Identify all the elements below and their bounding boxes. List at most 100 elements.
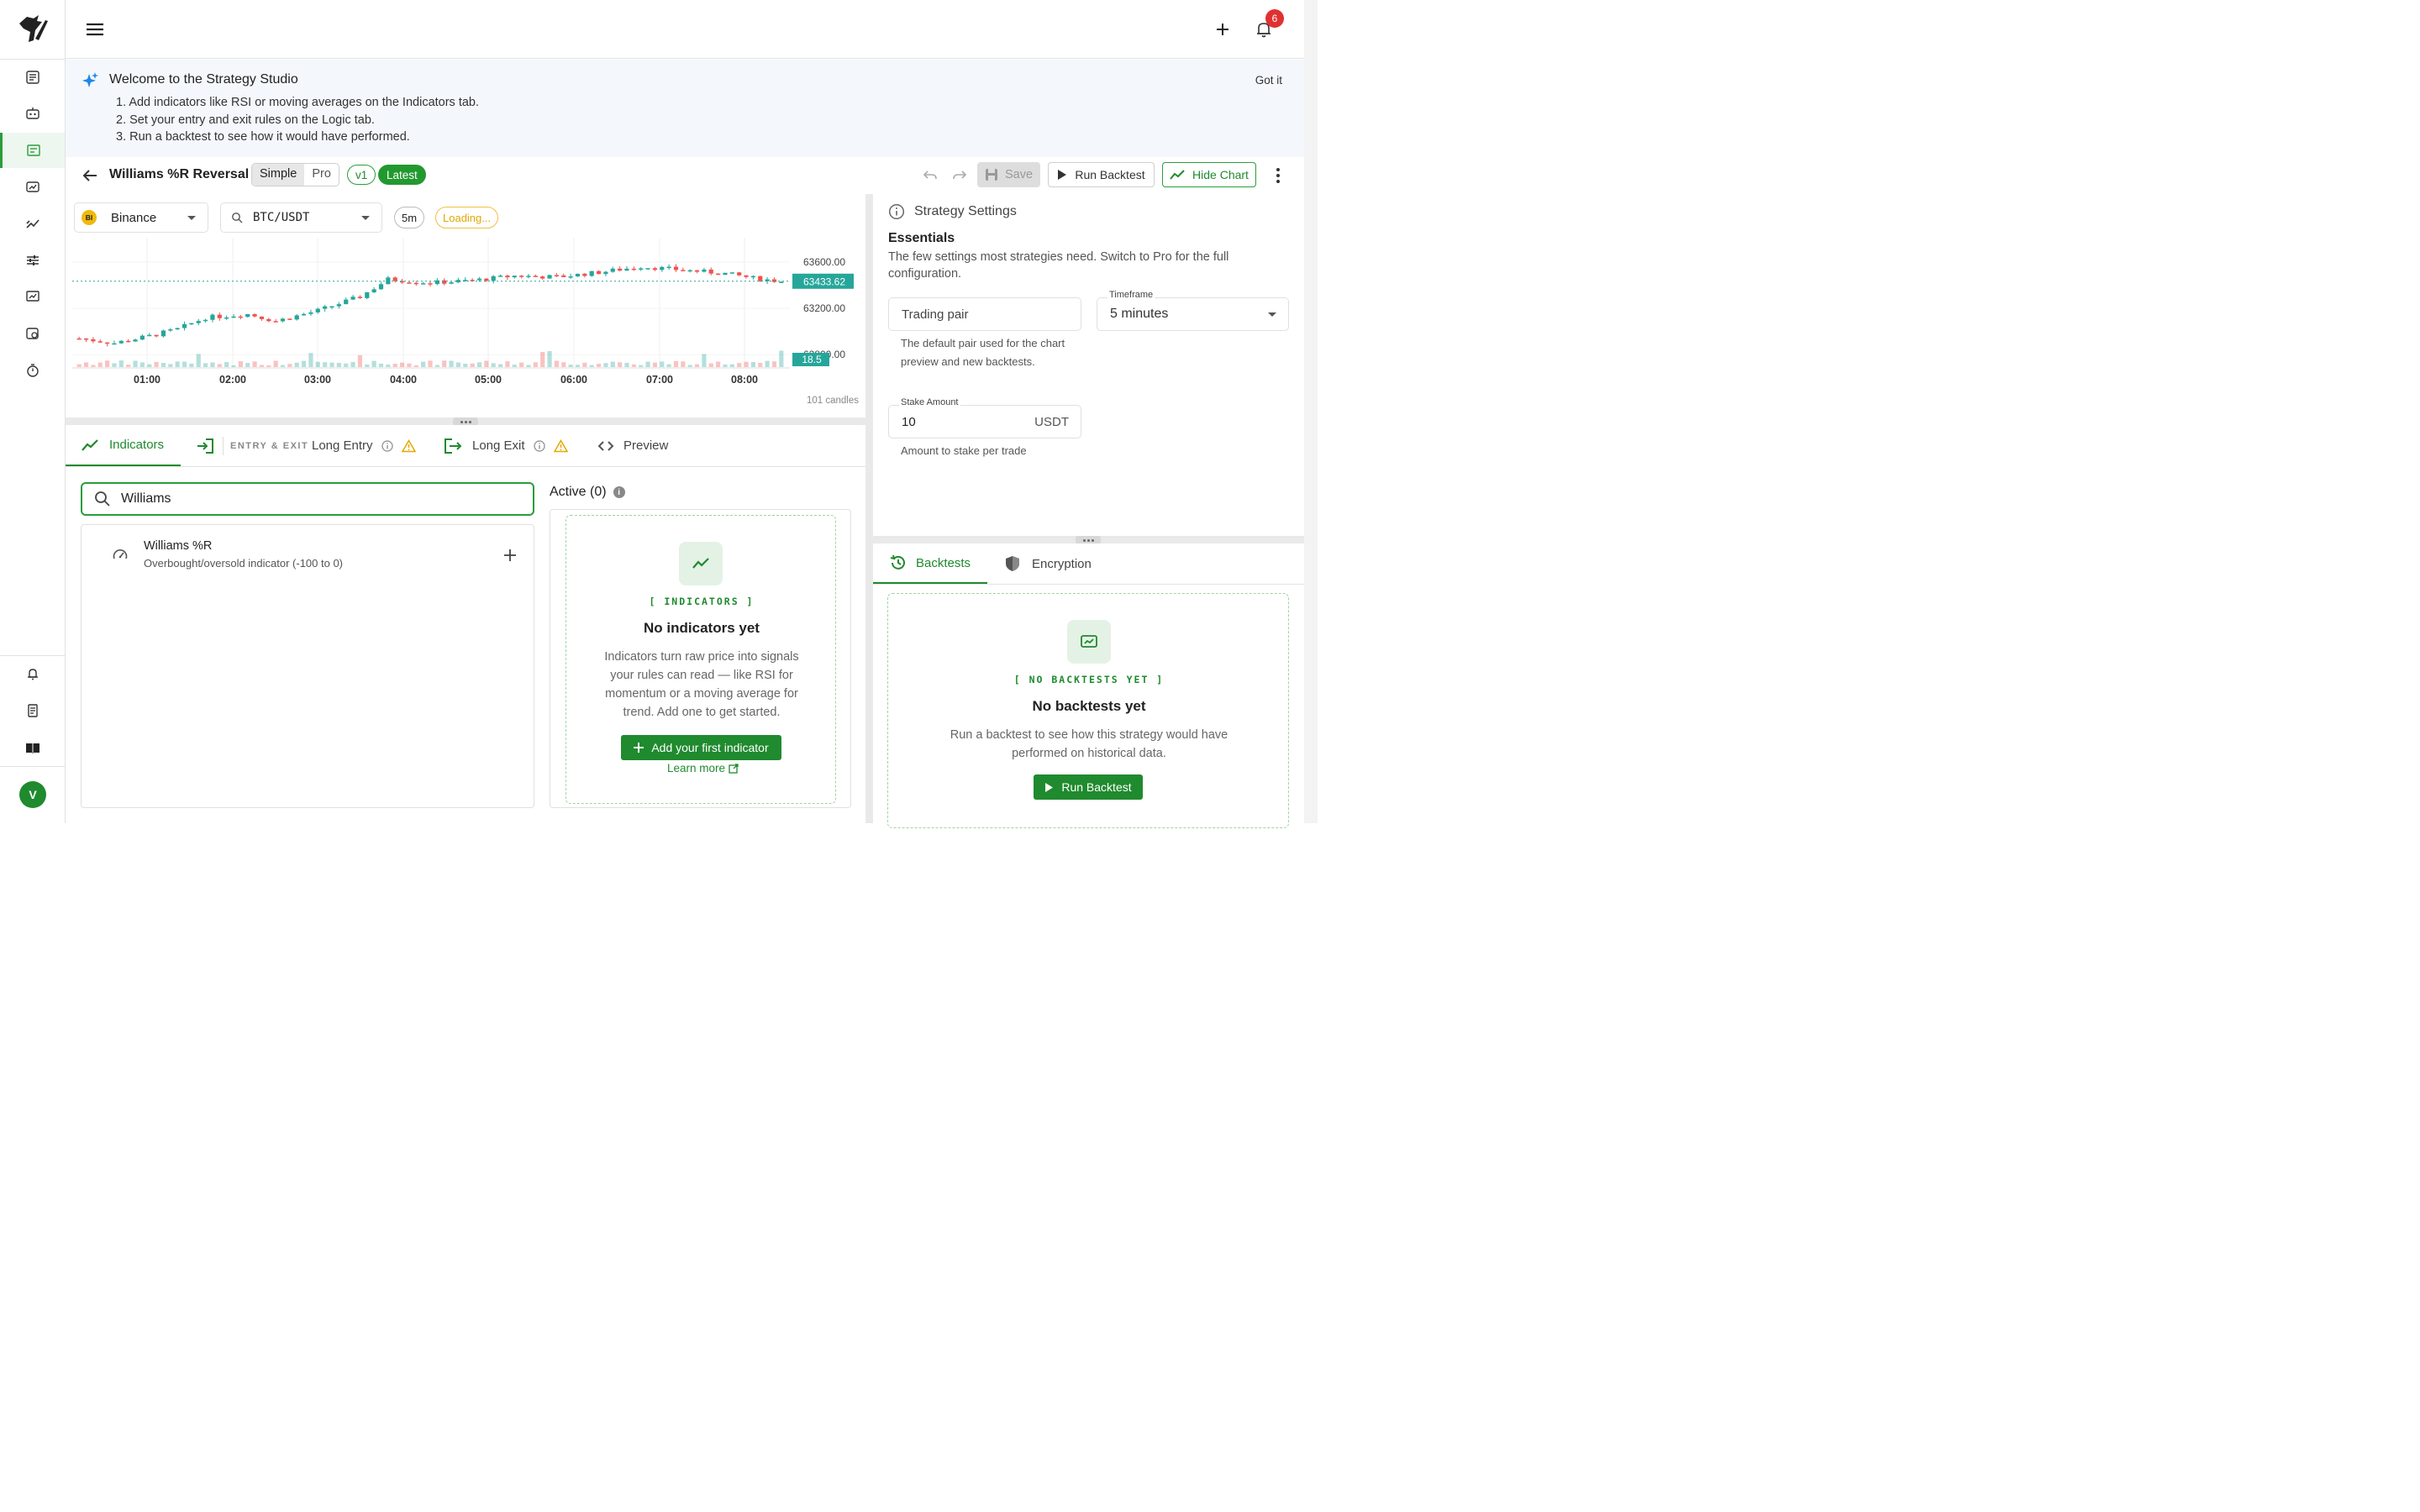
candle-body xyxy=(287,318,292,320)
candle-body xyxy=(645,268,650,270)
analytics-icon xyxy=(25,219,39,228)
save-button[interactable]: Save xyxy=(977,162,1040,187)
page-scrollbar[interactable] xyxy=(1304,0,1318,823)
user-avatar[interactable]: V xyxy=(19,781,46,808)
volume-bar xyxy=(83,362,89,367)
backtest-icon xyxy=(1067,620,1111,664)
volume-bar xyxy=(386,365,391,367)
stake-amount-field[interactable]: 10 USDT xyxy=(888,405,1081,438)
app-logo-icon[interactable] xyxy=(17,13,49,44)
candle-body xyxy=(252,313,257,317)
mode-toggle: Simple Pro xyxy=(251,163,339,186)
notification-count-badge: 6 xyxy=(1265,9,1284,28)
learn-more-label: Learn more xyxy=(667,762,726,774)
more-options-icon[interactable] xyxy=(1269,165,1287,186)
mode-pro-button[interactable]: Pro xyxy=(304,164,339,186)
strategy-icon xyxy=(27,144,40,156)
x-tick-label: 03:00 xyxy=(304,374,331,386)
tab-long-entry[interactable]: Long Entry xyxy=(312,425,416,466)
x-tick-label: 04:00 xyxy=(390,374,417,386)
add-icon[interactable] xyxy=(502,547,518,564)
redo-icon[interactable] xyxy=(951,167,968,184)
nav-wallet[interactable] xyxy=(0,316,65,351)
learn-more-link[interactable]: Learn more xyxy=(667,762,739,774)
nav-guide[interactable] xyxy=(0,730,65,765)
settings-resize-handle[interactable] xyxy=(873,536,1304,544)
strategy-title[interactable]: Williams %R Reversal xyxy=(109,167,249,182)
got-it-button[interactable]: Got it xyxy=(1255,74,1282,87)
candle-body xyxy=(323,306,328,309)
hide-chart-button[interactable]: Hide Chart xyxy=(1162,162,1256,187)
search-value: Williams xyxy=(121,491,171,506)
robot-icon xyxy=(25,108,39,119)
volume-bar xyxy=(217,364,222,367)
volume-bar xyxy=(455,362,461,367)
volume-bar xyxy=(673,360,679,367)
tab-long-exit[interactable]: Long Exit xyxy=(444,425,568,466)
plus-icon[interactable] xyxy=(1213,20,1232,39)
active-indicators-panel: [ INDICATORS ] No indicators yet Indicat… xyxy=(550,509,851,808)
nav-timer[interactable] xyxy=(0,353,65,388)
nav-strategy-studio[interactable] xyxy=(0,133,65,168)
tab-preview-label: Preview xyxy=(623,438,669,453)
empty-description: Run a backtest to see how this strategy … xyxy=(950,728,1228,760)
candle-body xyxy=(133,339,138,342)
tab-encryption[interactable]: Encryption xyxy=(1003,543,1092,584)
volume-bar xyxy=(301,360,307,367)
run-backtest-label: Run Backtest xyxy=(1061,780,1132,794)
volume-bar xyxy=(399,362,405,367)
strategy-header: Williams %R Reversal Simple Pro v1 Lates… xyxy=(66,157,1304,194)
search-results: Williams %R Overbought/oversold indicato… xyxy=(81,524,534,808)
candle-body xyxy=(259,316,265,319)
nav-monitor[interactable] xyxy=(0,279,65,314)
volume-bar xyxy=(610,361,615,367)
candle-count: 101 candles xyxy=(806,396,859,406)
price-chart[interactable]: 63600.0063200.0062800.0063433.6218.501:0… xyxy=(66,238,865,418)
nav-bots[interactable] xyxy=(0,96,65,131)
volume-bar xyxy=(737,363,742,367)
run-backtest-button[interactable]: Run Backtest xyxy=(1034,774,1143,800)
hide-chart-label: Hide Chart xyxy=(1192,168,1249,181)
timeframe-chip[interactable]: 5m xyxy=(394,207,425,228)
editor-tabs: Indicators ENTRY & EXIT Long Entry Long … xyxy=(66,425,865,467)
info-icon[interactable] xyxy=(381,439,393,452)
nav-alerts[interactable] xyxy=(0,656,65,691)
chart-resize-handle[interactable] xyxy=(66,417,865,426)
exchange-select[interactable]: BI Binance xyxy=(74,202,208,233)
mode-simple-button[interactable]: Simple xyxy=(252,164,305,186)
nav-docs[interactable] xyxy=(0,693,65,728)
welcome-title: Welcome to the Strategy Studio xyxy=(109,72,298,87)
tab-indicators[interactable]: Indicators xyxy=(66,425,181,466)
add-first-indicator-label: Add your first indicator xyxy=(651,741,769,754)
version-badge[interactable]: v1 xyxy=(347,165,376,185)
indicator-search-input[interactable]: Williams xyxy=(81,482,534,516)
volume-bar xyxy=(112,363,117,367)
empty-title: No indicators yet xyxy=(644,620,760,636)
run-backtest-button[interactable]: Run Backtest xyxy=(1048,162,1155,187)
add-first-indicator-button[interactable]: Add your first indicator xyxy=(621,735,781,760)
divider xyxy=(223,436,224,455)
warning-icon xyxy=(553,438,568,452)
nav-dashboard[interactable] xyxy=(0,60,65,95)
info-icon[interactable] xyxy=(533,439,545,452)
volume-bar xyxy=(231,365,236,367)
nav-settings[interactable] xyxy=(0,243,65,278)
last-volume-label: 18.5 xyxy=(802,354,822,365)
trading-pair-field[interactable]: Trading pair xyxy=(888,297,1081,331)
undo-icon[interactable] xyxy=(922,167,939,184)
tab-backtests-label: Backtests xyxy=(916,555,971,570)
back-arrow-icon[interactable] xyxy=(81,166,99,185)
list-item[interactable]: Williams %R Overbought/oversold indicato… xyxy=(82,525,534,585)
tab-preview[interactable]: Preview xyxy=(597,425,668,466)
panel-resize-handle[interactable] xyxy=(865,194,873,823)
nav-backtests[interactable] xyxy=(0,169,65,204)
volume-bar xyxy=(287,364,292,367)
menu-icon[interactable] xyxy=(86,20,104,39)
empty-tag: [ INDICATORS ] xyxy=(649,596,755,607)
tab-backtests[interactable]: Backtests xyxy=(873,543,987,584)
timeframe-select[interactable]: 5 minutes xyxy=(1097,297,1289,331)
nav-analytics[interactable] xyxy=(0,206,65,241)
active-indicators-title: Active (0) i xyxy=(550,485,625,500)
info-icon[interactable]: i xyxy=(613,486,625,498)
pair-select[interactable]: BTC/USDT xyxy=(220,202,382,233)
